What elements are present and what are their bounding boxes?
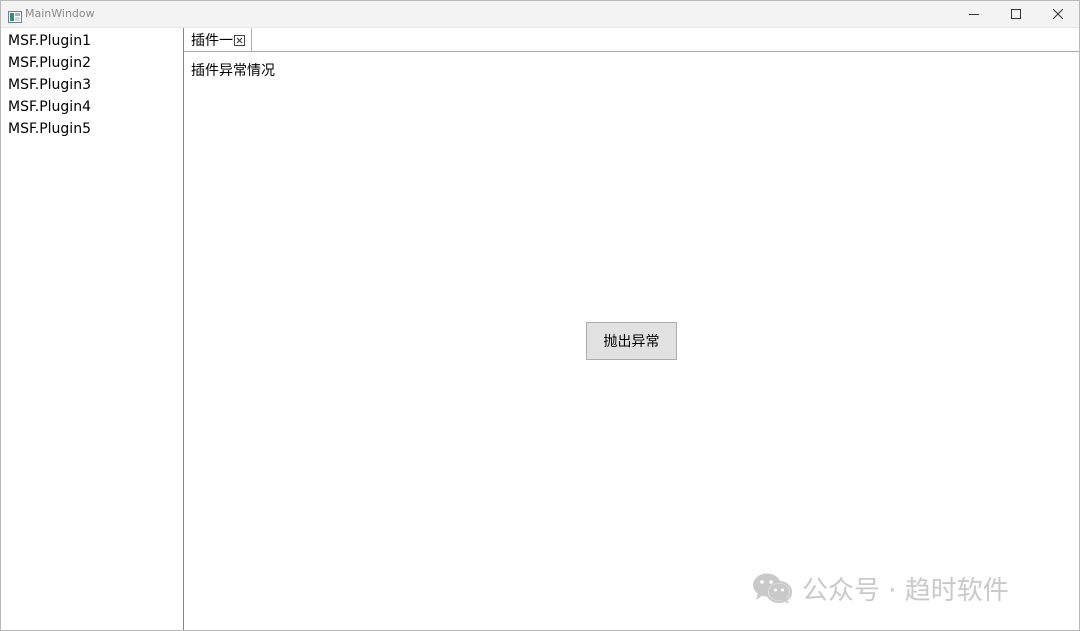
tab-close-icon[interactable]: [234, 34, 245, 46]
tab-label: 插件一: [191, 33, 233, 49]
close-button[interactable]: [1035, 1, 1080, 27]
app-icon: [8, 8, 22, 23]
watermark: 公众号 · 趋时软件: [752, 570, 1009, 606]
tab-content-panel: 插件异常情况 抛出异常: [184, 52, 1079, 630]
plugin-list-item[interactable]: MSF.Plugin2: [1, 52, 183, 74]
minimize-button[interactable]: [951, 1, 997, 27]
main-window: MainWindow MSF.Plugin1 MSF.Plugin2 MSF.P…: [0, 0, 1080, 631]
plugin-list-item[interactable]: MSF.Plugin4: [1, 96, 183, 118]
plugin-list-item[interactable]: MSF.Plugin3: [1, 74, 183, 96]
plugin-sidebar: MSF.Plugin1 MSF.Plugin2 MSF.Plugin3 MSF.…: [1, 28, 184, 630]
maximize-button[interactable]: [993, 1, 1039, 27]
tab-strip: 插件一: [184, 28, 1079, 52]
title-bar[interactable]: MainWindow: [1, 1, 1079, 28]
plugin-list-item[interactable]: MSF.Plugin1: [1, 30, 183, 52]
tab-plugin-one[interactable]: 插件一: [185, 28, 252, 51]
watermark-text: 公众号 · 趋时软件: [802, 575, 1009, 606]
throw-exception-button[interactable]: 抛出异常: [586, 322, 677, 360]
minimize-icon: [969, 14, 979, 15]
plugin-list: MSF.Plugin1 MSF.Plugin2 MSF.Plugin3 MSF.…: [1, 28, 183, 140]
plugin-exception-heading: 插件异常情况: [191, 63, 275, 79]
maximize-icon: [1011, 9, 1021, 19]
wechat-icon: [753, 573, 792, 604]
window-title: MainWindow: [25, 7, 95, 20]
plugin-list-item[interactable]: MSF.Plugin5: [1, 118, 183, 140]
close-icon: [1053, 9, 1063, 19]
